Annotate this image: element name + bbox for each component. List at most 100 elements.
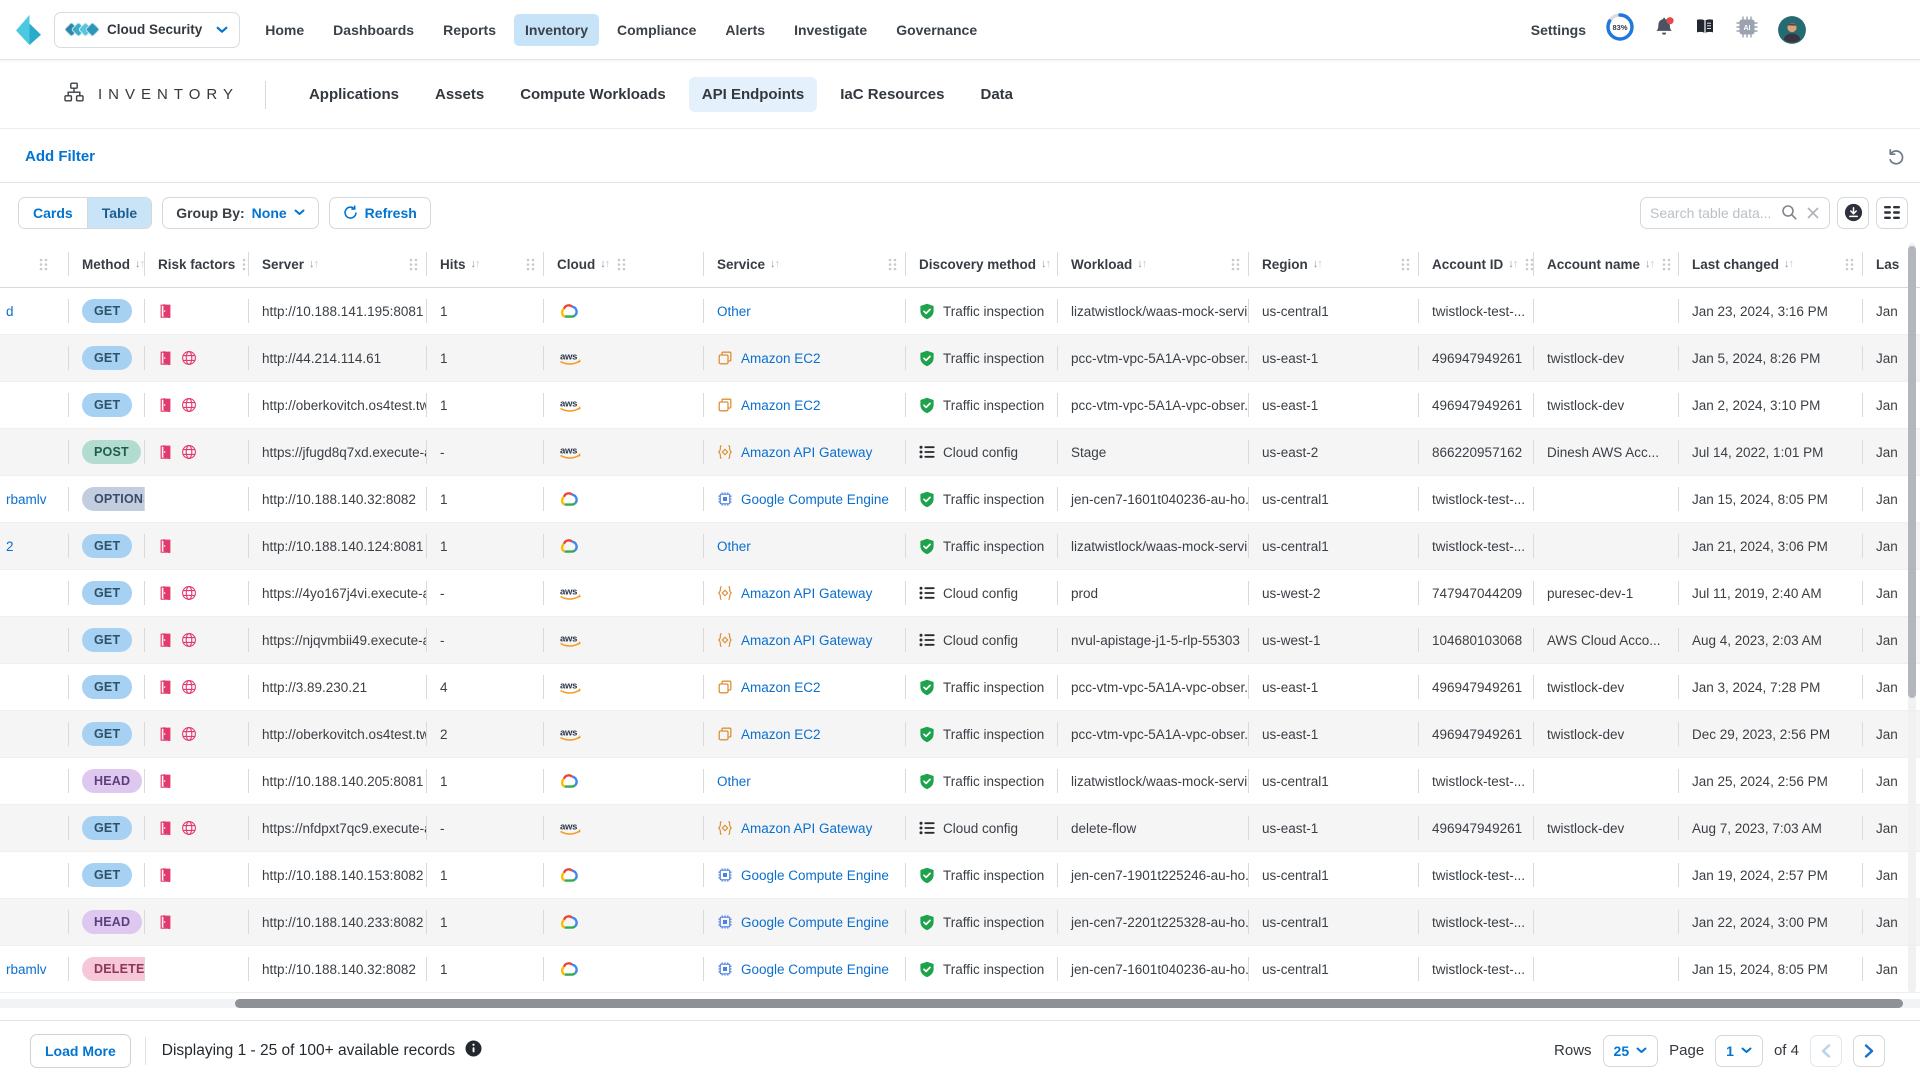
sort-toggle-icon[interactable]: ↓↑: [1313, 258, 1323, 270]
horizontal-scrollbar-thumb[interactable]: [235, 999, 1903, 1008]
column-header-account_id[interactable]: Account ID↓↑: [1418, 241, 1533, 287]
settings-link[interactable]: Settings: [1531, 22, 1586, 38]
table-row[interactable]: GEThttps://4yo167j4vi.execute-ap...-awsA…: [0, 570, 1920, 617]
sort-toggle-icon[interactable]: ↓↑: [1508, 258, 1518, 270]
service-link[interactable]: Amazon EC2: [741, 727, 821, 742]
column-header-method[interactable]: Method↓↑: [68, 241, 144, 287]
nav-item-governance[interactable]: Governance: [885, 14, 988, 46]
column-drag-handle[interactable]: [526, 258, 535, 271]
table-view-button[interactable]: Table: [87, 198, 152, 228]
column-header-server[interactable]: Server↓↑: [248, 241, 426, 287]
nav-item-alerts[interactable]: Alerts: [714, 14, 776, 46]
service-link[interactable]: Other: [717, 539, 751, 554]
nav-item-investigate[interactable]: Investigate: [783, 14, 878, 46]
sort-toggle-icon[interactable]: ↓↑: [1137, 258, 1147, 270]
service-link[interactable]: Google Compute Engine: [741, 868, 889, 883]
group-by-dropdown[interactable]: Group By: None: [162, 197, 318, 229]
user-avatar[interactable]: [1778, 16, 1806, 44]
column-drag-handle[interactable]: [1662, 258, 1671, 271]
table-row[interactable]: HEADhttp://10.188.140.205:80811OtherTraf…: [0, 758, 1920, 805]
column-drag-handle[interactable]: [1845, 258, 1854, 271]
service-link[interactable]: Amazon API Gateway: [741, 445, 872, 460]
search-icon[interactable]: [1781, 204, 1798, 221]
tab-assets[interactable]: Assets: [422, 77, 497, 112]
vertical-scrollbar[interactable]: [1908, 243, 1916, 993]
table-row[interactable]: GEThttp://44.214.114.611awsAmazon EC2Tra…: [0, 335, 1920, 382]
column-header-hits[interactable]: Hits↓↑: [426, 241, 543, 287]
column-drag-handle[interactable]: [39, 258, 48, 271]
column-header-region[interactable]: Region↓↑: [1248, 241, 1418, 287]
column-settings-button[interactable]: [1876, 197, 1908, 229]
column-header-discovery[interactable]: Discovery method↓↑: [905, 241, 1057, 287]
notifications-bell-icon[interactable]: [1654, 16, 1675, 43]
sort-toggle-icon[interactable]: ↓↑: [1041, 258, 1051, 270]
tab-iac-resources[interactable]: IaC Resources: [827, 77, 957, 112]
reset-filters-icon[interactable]: [1886, 146, 1906, 166]
table-row[interactable]: GEThttp://10.188.140.153:80821Google Com…: [0, 852, 1920, 899]
refresh-button[interactable]: Refresh: [329, 197, 431, 229]
column-drag-handle[interactable]: [617, 258, 626, 271]
service-link[interactable]: Google Compute Engine: [741, 962, 889, 977]
tab-data[interactable]: Data: [967, 77, 1026, 112]
column-drag-handle[interactable]: [1231, 258, 1240, 271]
table-row[interactable]: GEThttps://njqvmbii49.execute-ap...-awsA…: [0, 617, 1920, 664]
table-row[interactable]: GEThttp://3.89.230.214awsAmazon EC2Traff…: [0, 664, 1920, 711]
sort-toggle-icon[interactable]: ↓↑: [600, 258, 610, 270]
column-header-workload[interactable]: Workload↓↑: [1057, 241, 1248, 287]
ai-copilot-chip-icon[interactable]: AI: [1735, 15, 1759, 44]
column-drag-handle[interactable]: [1401, 258, 1410, 271]
column-header-service[interactable]: Service↓↑: [703, 241, 905, 287]
prisma-cloud-logo-icon[interactable]: [15, 14, 42, 46]
table-row[interactable]: HEADhttp://10.188.140.233:80821Google Co…: [0, 899, 1920, 946]
vertical-scrollbar-thumb[interactable]: [1908, 246, 1916, 698]
sort-toggle-icon[interactable]: ↓↑: [770, 258, 780, 270]
table-row[interactable]: rbamlvOPTIONShttp://10.188.140.32:80821G…: [0, 476, 1920, 523]
column-header-account_name[interactable]: Account name↓↑: [1533, 241, 1678, 287]
table-row[interactable]: 2GEThttp://10.188.140.124:80811OtherTraf…: [0, 523, 1920, 570]
module-switcher-select[interactable]: Cloud Security: [54, 12, 240, 48]
service-link[interactable]: Amazon API Gateway: [741, 586, 872, 601]
add-filter-button[interactable]: Add Filter: [25, 148, 95, 165]
table-row[interactable]: GEThttps://nfdpxt7qc9.execute-ap...-awsA…: [0, 805, 1920, 852]
table-row[interactable]: rbamlvDELETEhttp://10.188.140.32:80821Go…: [0, 946, 1920, 993]
cards-view-button[interactable]: Cards: [19, 198, 87, 228]
tab-api-endpoints[interactable]: API Endpoints: [689, 77, 818, 112]
table-row[interactable]: POSThttps://jfugd8q7xd.execute-ap...-aws…: [0, 429, 1920, 476]
documentation-book-icon[interactable]: [1694, 18, 1716, 41]
service-link[interactable]: Amazon EC2: [741, 351, 821, 366]
sort-toggle-icon[interactable]: ↓↑: [309, 258, 319, 270]
clear-search-icon[interactable]: [1806, 206, 1820, 220]
sort-toggle-icon[interactable]: ↓↑: [1784, 258, 1794, 270]
nav-item-home[interactable]: Home: [254, 14, 315, 46]
info-icon[interactable]: [465, 1040, 482, 1062]
service-link[interactable]: Amazon API Gateway: [741, 633, 872, 648]
download-button[interactable]: [1837, 197, 1869, 229]
sort-toggle-icon[interactable]: ↓↑: [1645, 258, 1655, 270]
tab-compute-workloads[interactable]: Compute Workloads: [507, 77, 679, 112]
page-select[interactable]: 1: [1715, 1035, 1763, 1067]
service-link[interactable]: Google Compute Engine: [741, 915, 889, 930]
nav-item-compliance[interactable]: Compliance: [606, 14, 707, 46]
column-drag-handle[interactable]: [888, 258, 897, 271]
endpoint-link[interactable]: 2: [6, 539, 14, 554]
endpoint-link[interactable]: rbamlv: [6, 492, 47, 507]
load-more-button[interactable]: Load More: [30, 1034, 131, 1068]
nav-item-dashboards[interactable]: Dashboards: [322, 14, 425, 46]
service-link[interactable]: Other: [717, 304, 751, 319]
search-input[interactable]: [1650, 205, 1773, 221]
credit-usage-ring[interactable]: 83%: [1605, 12, 1635, 47]
sort-toggle-icon[interactable]: ↓↑: [471, 258, 481, 270]
sort-toggle-icon[interactable]: ↓↑: [135, 258, 144, 270]
service-link[interactable]: Amazon EC2: [741, 398, 821, 413]
previous-page-button[interactable]: [1810, 1035, 1842, 1067]
service-link[interactable]: Amazon EC2: [741, 680, 821, 695]
endpoint-link[interactable]: d: [6, 304, 14, 319]
column-header-last_changed[interactable]: Last changed↓↑: [1678, 241, 1862, 287]
tab-applications[interactable]: Applications: [296, 77, 412, 112]
column-drag-handle[interactable]: [1525, 258, 1533, 271]
table-row[interactable]: dGEThttp://10.188.141.195:80811OtherTraf…: [0, 288, 1920, 335]
endpoint-link[interactable]: rbamlv: [6, 962, 47, 977]
rows-per-page-select[interactable]: 25: [1603, 1035, 1659, 1067]
table-row[interactable]: GEThttp://oberkovitch.os4test.twi...2aws…: [0, 711, 1920, 758]
next-page-button[interactable]: [1853, 1035, 1885, 1067]
